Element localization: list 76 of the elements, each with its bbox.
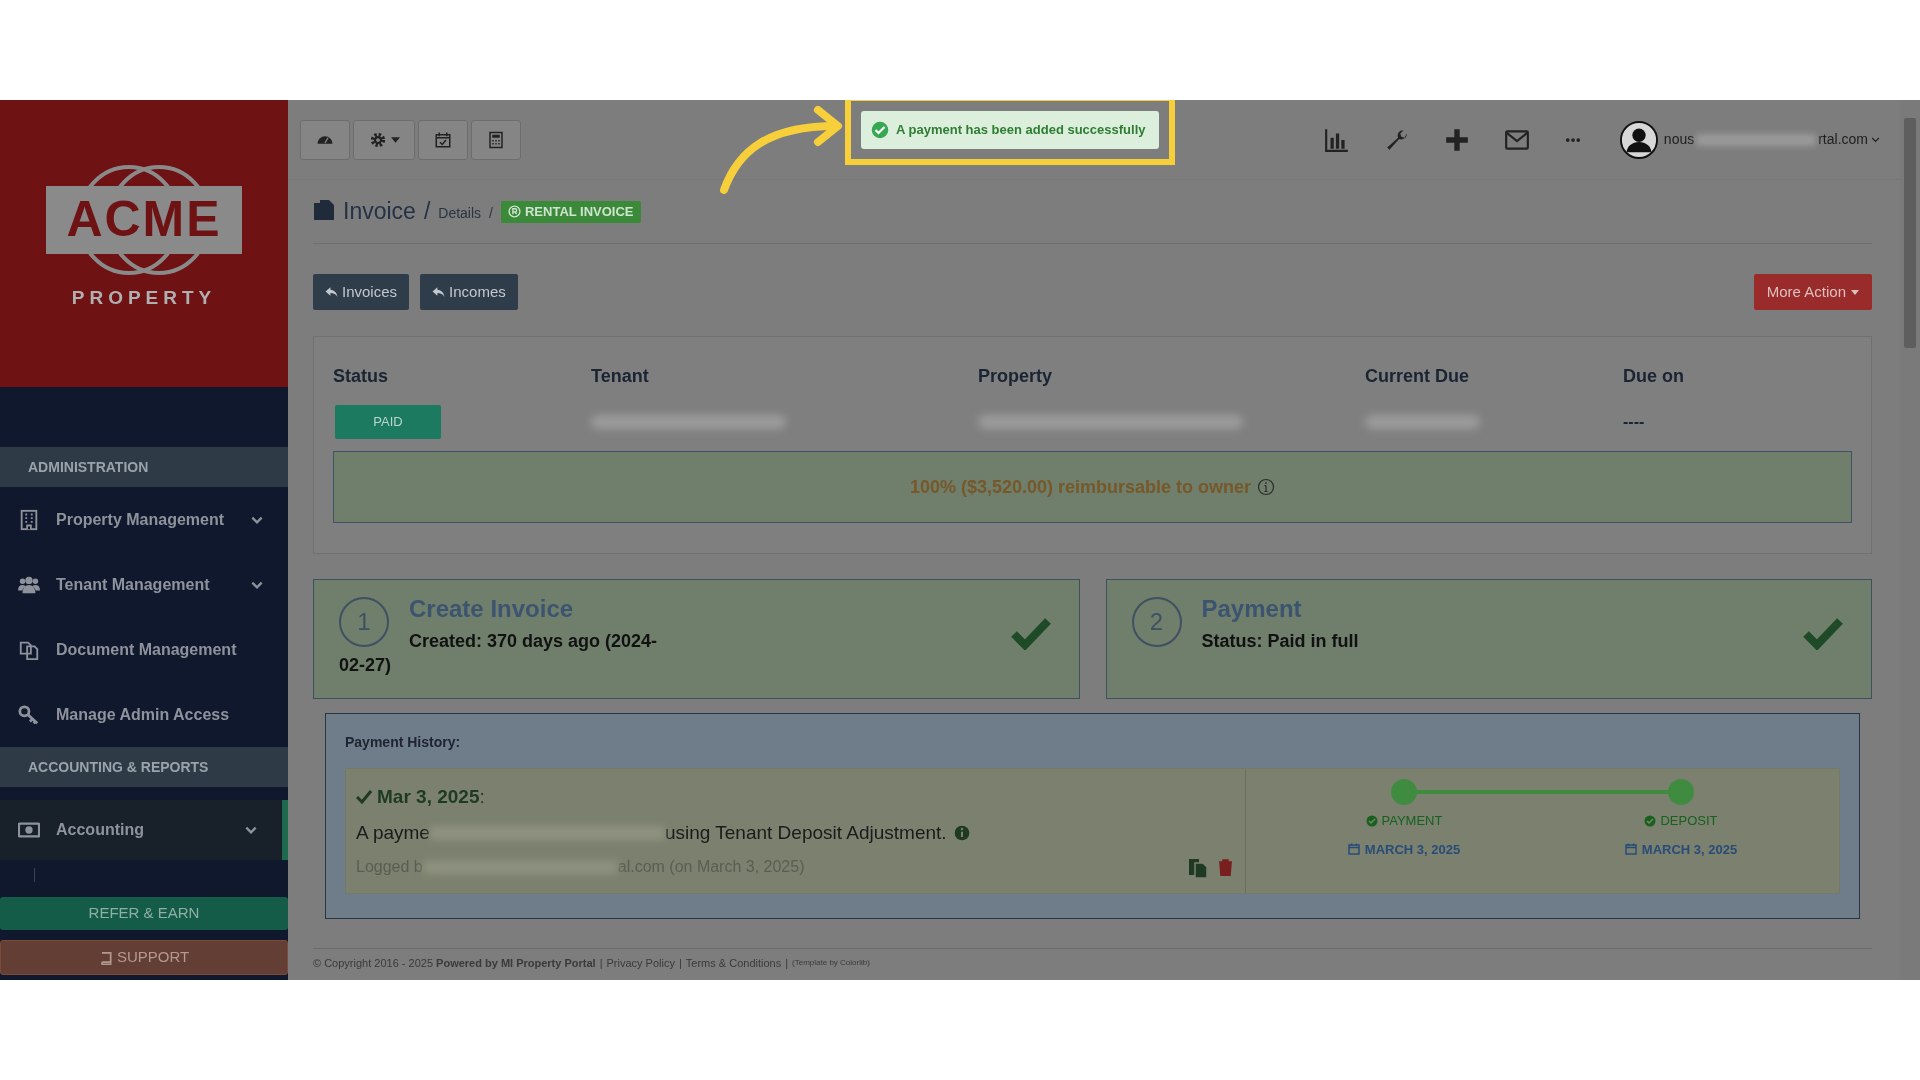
toolbar-button[interactable] (418, 119, 468, 160)
book-icon (98, 950, 113, 965)
breadcrumb-link[interactable]: Details (438, 203, 482, 224)
timeline-label: PAYMENT (1381, 812, 1443, 830)
check-circle-icon (871, 121, 889, 139)
section-title: ADMINISTRATION (28, 457, 149, 477)
caret-down-icon (1851, 289, 1859, 295)
entry-date: Mar 3, 2025: (377, 785, 485, 809)
sidebar-item[interactable]: Tenant Management (0, 552, 288, 617)
breadcrumb-separator: / (423, 197, 431, 227)
check-icon (356, 790, 372, 805)
section-title: ACCOUNTING & REPORTS (28, 757, 209, 777)
toolbar-button[interactable] (300, 119, 350, 160)
chevron-down-icon (1871, 135, 1880, 144)
footer-separator: | (785, 956, 789, 971)
calendar-icon (1347, 843, 1360, 856)
timeline-label: DEPOSIT (1660, 812, 1718, 830)
timeline-date: MARCH 3, 2025 (1364, 840, 1461, 859)
copyright-text: © Copyright 2016 - 2025 Powered by MI Property Portal (313, 956, 596, 971)
status-badge: PAID (335, 405, 441, 439)
reply-icon (432, 286, 446, 298)
reply-icon (325, 286, 338, 298)
step-detail: Status: Paid in full (1200, 630, 1360, 653)
timeline-date: MARCH 3, 2025 (1641, 840, 1738, 859)
money-icon (18, 819, 40, 841)
section-title: Payment History: (345, 733, 462, 752)
bar-chart-icon[interactable] (1323, 126, 1350, 153)
column-header: Status (333, 365, 389, 388)
registered-icon (507, 205, 521, 218)
plus-icon[interactable] (1443, 126, 1470, 153)
sidebar-item[interactable]: Manage Admin Access (0, 682, 288, 747)
footer-separator: | (599, 956, 603, 971)
reimbursable-text: 100% ($3,520.00) reimbursable to owner (909, 475, 1252, 499)
column-header: Property (978, 365, 1054, 388)
breadcrumb-separator: / (489, 204, 493, 223)
logo-name: ACME (46, 185, 242, 254)
sidebar-item[interactable]: Document Management (0, 617, 288, 682)
key-icon (18, 703, 40, 726)
footer-link[interactable]: Privacy Policy (606, 955, 675, 972)
scrollbar-thumb[interactable] (1904, 118, 1916, 348)
toolbar-button[interactable] (353, 119, 415, 160)
info-icon (953, 824, 970, 841)
calendar-check-icon (434, 130, 452, 149)
copy-icon[interactable] (1188, 856, 1208, 878)
footer-link[interactable]: Terms & Conditions (685, 955, 782, 972)
sidebar-item[interactable]: Property Management (0, 487, 288, 552)
entry-description: using Tenant Deposit Adjustment. (664, 820, 947, 845)
back-button[interactable]: Invoices (313, 274, 410, 310)
support-button[interactable]: SUPPORT (0, 940, 288, 975)
toast-message: A payment has been added successfully (896, 121, 1146, 140)
more-action-button[interactable]: More Action (1753, 274, 1872, 310)
check-circle-icon (1644, 814, 1657, 827)
invoice-type-badge: RENTAL INVOICE (500, 200, 641, 223)
column-header: Tenant (591, 365, 650, 388)
toolbar-button[interactable] (471, 119, 521, 160)
entry-description: A payme (356, 820, 430, 845)
column-header: Current Due (1365, 365, 1470, 388)
column-header: Due on (1623, 365, 1684, 388)
user-email[interactable]: rtal.com (1818, 129, 1868, 150)
refer-button[interactable]: REFER & EARN (0, 897, 288, 930)
due-date: ---- (1623, 412, 1645, 432)
calculator-icon (487, 130, 505, 149)
caret-down-icon (390, 136, 400, 143)
trash-icon[interactable] (1218, 858, 1233, 876)
user-email[interactable]: nous (1663, 129, 1695, 150)
back-button[interactable]: Incomes (420, 274, 518, 310)
gear-icon (368, 130, 387, 149)
footer-separator: | (678, 956, 682, 971)
sidebar-item[interactable]: Accounting (0, 800, 288, 860)
avatar-icon[interactable] (1619, 120, 1658, 159)
logo-tagline: PROPERTY (71, 285, 217, 310)
check-circle-icon (1365, 814, 1378, 827)
building-icon (18, 508, 40, 531)
page-title: Invoice (343, 197, 416, 227)
calendar-icon (1624, 843, 1637, 856)
info-icon (1257, 478, 1276, 496)
